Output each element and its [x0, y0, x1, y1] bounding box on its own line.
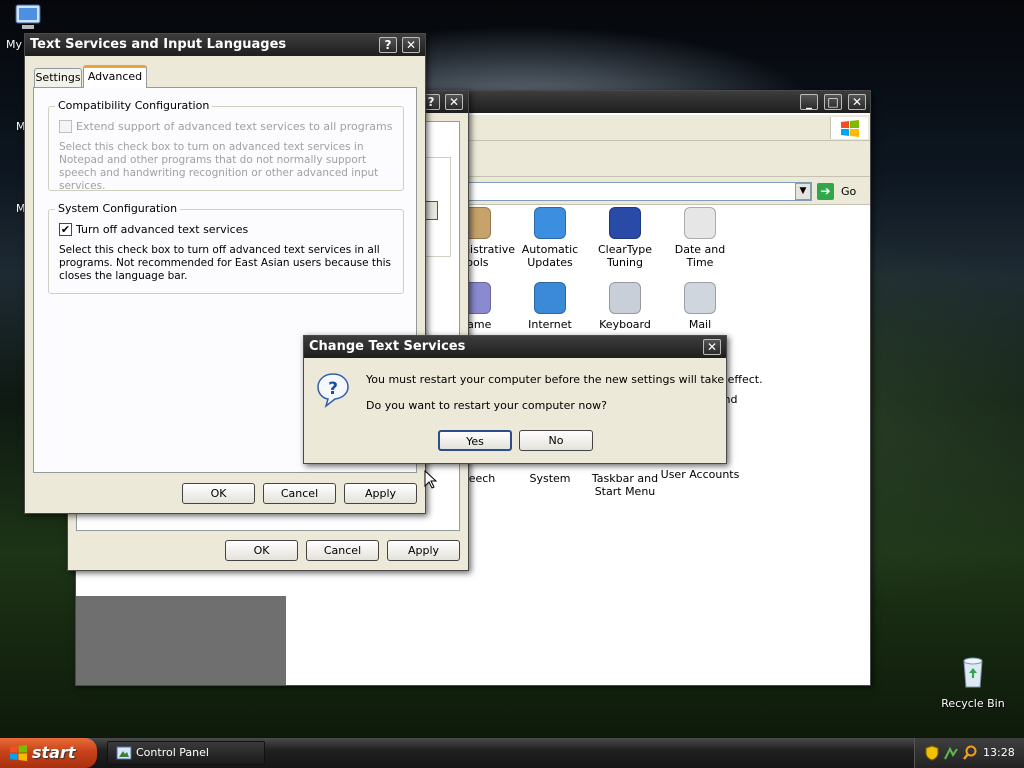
svg-text:?: ? [328, 379, 338, 399]
compatibility-group: Compatibility Configuration Extend suppo… [48, 99, 404, 192]
go-button[interactable]: ➔ Go [817, 182, 862, 202]
tab-label: Settings [35, 71, 81, 84]
control-panel-item[interactable]: Internet [510, 282, 590, 331]
control-panel-item[interactable]: Automatic Updates [510, 207, 590, 269]
close-button[interactable]: ✕ [402, 37, 420, 53]
extend-support-checkbox[interactable] [59, 120, 72, 133]
task-pane [76, 596, 286, 685]
cancel-button[interactable]: Cancel [263, 483, 336, 504]
windows-logo-icon [830, 117, 868, 139]
item-label: Keyboard [599, 318, 651, 331]
item-label: Taskbar and Start Menu [591, 472, 659, 498]
change-text-services-dialog: Change Text Services ✕ ? You must restar… [303, 335, 763, 464]
item-label: ClearType Tuning [597, 243, 653, 269]
address-dropdown-button[interactable]: ▼ [795, 183, 811, 200]
clock[interactable]: 13:28 [983, 746, 1015, 759]
start-button[interactable]: start [0, 738, 97, 768]
network-icon[interactable] [943, 745, 959, 761]
apply-button[interactable]: Apply [344, 483, 417, 504]
control-panel-item[interactable]: ClearType Tuning [585, 207, 665, 269]
internet-icon [534, 282, 566, 314]
mouse-cursor-icon [424, 470, 438, 489]
checkbox-label: Extend support of advanced text services… [76, 120, 393, 133]
no-button[interactable]: No [519, 430, 593, 451]
recycle-bin-icon [963, 657, 983, 688]
help-button[interactable]: ? [379, 37, 397, 53]
search-icon[interactable] [962, 745, 978, 761]
minimize-button[interactable]: _ [800, 94, 818, 110]
close-button[interactable]: ✕ [445, 94, 463, 110]
system-tray: 13:28 [914, 738, 1024, 768]
item-label: Automatic Updates [521, 243, 579, 269]
apply-button[interactable]: Apply [387, 540, 460, 561]
address-input[interactable] [456, 182, 812, 201]
cleartype-icon [609, 207, 641, 239]
compat-description: Select this check box to turn on advance… [59, 141, 379, 192]
item-label: User Accounts [660, 468, 740, 481]
windows-flag-icon [10, 744, 27, 761]
group-label: Compatibility Configuration [55, 99, 213, 112]
computer-icon [15, 4, 41, 29]
control-panel-item[interactable]: Mail [660, 282, 740, 331]
taskbar: start Control Panel 13:28 [0, 738, 1024, 768]
desktop-icon-label: Recycle Bin [941, 697, 1005, 710]
item-label: Mail [688, 318, 712, 331]
ok-button[interactable]: OK [225, 540, 298, 561]
close-button[interactable]: ✕ [848, 94, 866, 110]
dialog-message-1: You must restart your computer before th… [366, 373, 763, 386]
windows-update-icon [534, 207, 566, 239]
item-label: Date and Time [674, 243, 726, 269]
system-description: Select this check box to turn off advanc… [59, 244, 392, 282]
system-group: System Configuration ✔ Turn off advanced… [48, 202, 404, 294]
text-services-titlebar[interactable]: Text Services and Input Languages [25, 34, 425, 56]
desktop-icon-label: My [6, 38, 23, 51]
question-icon: ? [317, 373, 349, 408]
dialog-title: Change Text Services [309, 339, 466, 354]
cancel-button[interactable]: Cancel [306, 540, 379, 561]
clock-icon [684, 207, 716, 239]
item-label: System [529, 472, 571, 485]
window-title: Text Services and Input Languages [30, 37, 287, 52]
checkbox-label: Turn off advanced text services [76, 223, 249, 236]
keyboard-icon [609, 282, 641, 314]
maximize-button[interactable]: □ [824, 94, 842, 110]
control-panel-item[interactable]: Date and Time [660, 207, 740, 269]
dialog-message-2: Do you want to restart your computer now… [366, 399, 607, 412]
ok-button[interactable]: OK [182, 483, 255, 504]
control-panel-item[interactable]: Keyboard [585, 282, 665, 331]
desktop-icon-my-computer[interactable]: My [3, 2, 53, 51]
mail-icon [684, 282, 716, 314]
go-label: Go [841, 185, 857, 198]
turn-off-text-services-checkbox[interactable]: ✔ [59, 223, 72, 236]
item-label: Internet [528, 318, 572, 331]
close-button[interactable]: ✕ [703, 339, 721, 355]
go-arrow-icon: ➔ [817, 183, 834, 200]
taskbar-button-control-panel[interactable]: Control Panel [107, 741, 265, 765]
tab-label: Advanced [87, 70, 143, 83]
desktop-icon-recycle-bin[interactable]: Recycle Bin [938, 655, 1008, 710]
start-label: start [32, 743, 76, 762]
dialog-titlebar[interactable]: Change Text Services [304, 336, 726, 358]
group-label: System Configuration [55, 202, 181, 215]
tab-advanced[interactable]: Advanced [83, 65, 147, 88]
task-label: Control Panel [136, 746, 209, 759]
yes-button[interactable]: Yes [438, 430, 512, 451]
tab-settings[interactable]: Settings [34, 68, 82, 87]
control-panel-icon [116, 746, 132, 760]
security-shield-icon[interactable] [925, 745, 939, 761]
